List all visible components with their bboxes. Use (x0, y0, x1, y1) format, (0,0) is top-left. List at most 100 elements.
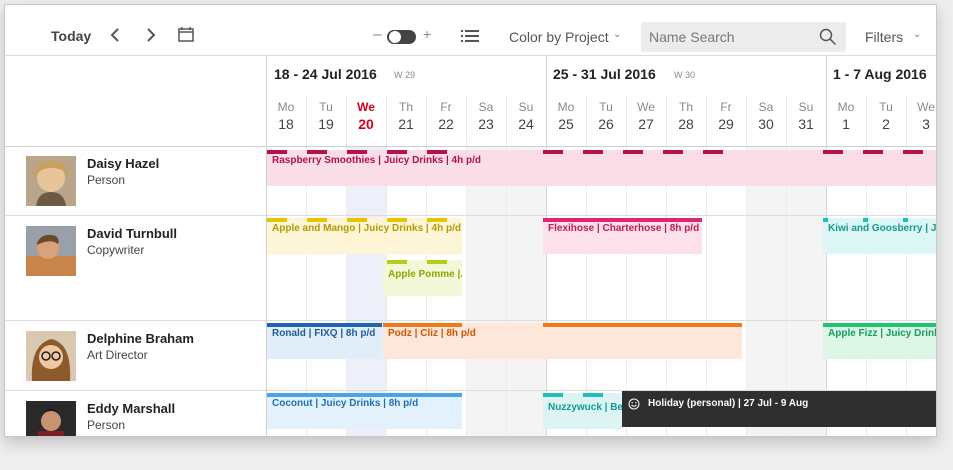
day-number: 29 (718, 116, 734, 132)
grid-line (866, 96, 867, 436)
grid-line (466, 96, 467, 436)
task-bar[interactable]: Flexihose | Charterhose | 8h p/d (543, 218, 702, 254)
day-header[interactable]: We 27 (626, 100, 666, 132)
day-header[interactable]: We 20 (346, 100, 386, 132)
task-progress-bar (903, 218, 908, 222)
task-bar[interactable]: Apple Pomme |... (383, 260, 462, 296)
task-bar[interactable]: Kiwi and Goosberry | Juicy (823, 218, 936, 254)
list-icon[interactable] (461, 29, 479, 43)
person-name[interactable]: David Turnbull (87, 226, 177, 241)
grid-line (586, 96, 587, 436)
day-header[interactable]: Mo 1 (826, 100, 866, 132)
day-number: 18 (278, 116, 294, 132)
task-bar[interactable]: Raspberry Smoothies | Juicy Drinks | 4h … (267, 150, 936, 186)
day-name: Su (798, 100, 814, 114)
day-header[interactable]: Th 28 (666, 100, 706, 132)
task-progress-bar (543, 150, 563, 154)
day-header[interactable]: Th 21 (386, 100, 426, 132)
filters-dropdown[interactable]: Filters (865, 29, 903, 45)
day-number: 3 (922, 116, 930, 132)
chevron-left-icon[interactable] (106, 25, 126, 45)
task-progress-bar (903, 150, 923, 154)
today-button[interactable]: Today (51, 28, 91, 44)
zoom-out-icon[interactable]: – (373, 26, 382, 44)
week-title: 18 - 24 Jul 2016 (274, 66, 377, 82)
day-name: Fr (720, 100, 732, 114)
task-progress-bar (383, 323, 462, 327)
day-name: Fr (440, 100, 452, 114)
holiday-bar[interactable]: Holiday (personal) | 27 Jul - 9 Aug (622, 391, 936, 427)
day-number: 24 (518, 116, 534, 132)
person-role: Person (87, 418, 126, 432)
avatar[interactable] (26, 401, 76, 436)
avatar[interactable] (26, 226, 76, 276)
calendar-icon[interactable] (178, 26, 194, 42)
task-progress-bar (663, 150, 683, 154)
day-header[interactable]: Su 24 (506, 100, 546, 132)
person-role: Art Director (87, 348, 148, 362)
day-name: Tu (319, 100, 333, 114)
day-header[interactable]: Tu 26 (586, 100, 626, 132)
grid-line (346, 96, 347, 436)
task-progress-bar (703, 150, 723, 154)
task-progress-bar (427, 150, 447, 154)
day-name: Th (398, 100, 413, 114)
person-role: Copywriter (87, 243, 145, 257)
task-progress-bar (543, 323, 742, 327)
task-progress-bar (823, 150, 843, 154)
day-name: Mo (557, 100, 575, 114)
search-icon[interactable] (819, 28, 837, 46)
chevron-down-icon[interactable]: ⌄ (613, 29, 621, 40)
task-progress-bar (307, 218, 327, 222)
day-name: Tu (879, 100, 893, 114)
task-progress-bar (267, 218, 287, 222)
grid-line (506, 96, 507, 436)
day-number: 20 (358, 116, 374, 132)
task-progress-bar (427, 218, 447, 222)
person-name[interactable]: Daisy Hazel (87, 156, 159, 171)
toggle-knob (389, 31, 401, 43)
avatar[interactable] (26, 156, 76, 206)
day-header[interactable]: Fr 22 (426, 100, 466, 132)
week-number: W 30 (674, 70, 696, 80)
day-name: We (917, 100, 935, 114)
person-name[interactable]: Delphine Braham (87, 331, 194, 346)
grid-line (746, 96, 747, 436)
task-progress-bar (307, 150, 327, 154)
day-header[interactable]: Su 31 (786, 100, 826, 132)
task-bar[interactable]: Coconut | Juicy Drinks | 8h p/d (267, 393, 462, 429)
day-header[interactable]: Tu 2 (866, 100, 906, 132)
grid-line (306, 96, 307, 436)
task-progress-bar (863, 150, 883, 154)
day-number: 30 (758, 116, 774, 132)
day-name: Sa (758, 100, 774, 114)
task-bar[interactable]: Nuzzywuck | Be... (543, 393, 622, 429)
zoom-toggle[interactable] (387, 30, 416, 44)
day-header[interactable]: Sa 30 (746, 100, 786, 132)
day-header[interactable]: Mo 25 (546, 100, 586, 132)
task-progress-bar (387, 260, 407, 264)
day-number: 1 (842, 116, 850, 132)
task-bar[interactable]: Apple Fizz | Juicy Drinks | (823, 323, 936, 359)
day-header[interactable]: Fr 29 (706, 100, 746, 132)
task-bar[interactable]: Apple and Mango | Juicy Drinks | 4h p/d (267, 218, 462, 254)
task-progress-bar (387, 150, 407, 154)
color-by-dropdown[interactable]: Color by Project (509, 29, 609, 45)
person-name[interactable]: Eddy Marshall (87, 401, 175, 416)
grid-line (626, 96, 627, 436)
day-header[interactable]: Mo 18 (266, 100, 306, 132)
task-bar[interactable]: Podz | Cliz | 8h p/d (383, 323, 742, 359)
day-name: Su (518, 100, 534, 114)
chevron-right-icon[interactable] (140, 25, 160, 45)
chevron-down-icon[interactable]: ⌄ (913, 29, 921, 40)
day-header[interactable]: Tu 19 (306, 100, 346, 132)
day-header[interactable]: We 3 (906, 100, 936, 132)
toolbar: Today – + Color by Project ⌄ Name Search… (5, 5, 936, 56)
zoom-in-icon[interactable]: + (423, 26, 431, 42)
search-input[interactable] (649, 28, 809, 46)
search-box (641, 22, 846, 52)
avatar[interactable] (26, 331, 76, 381)
day-header[interactable]: Sa 23 (466, 100, 506, 132)
task-progress-bar (583, 393, 603, 397)
task-bar[interactable]: Ronald | FIXQ | 8h p/d (267, 323, 382, 359)
